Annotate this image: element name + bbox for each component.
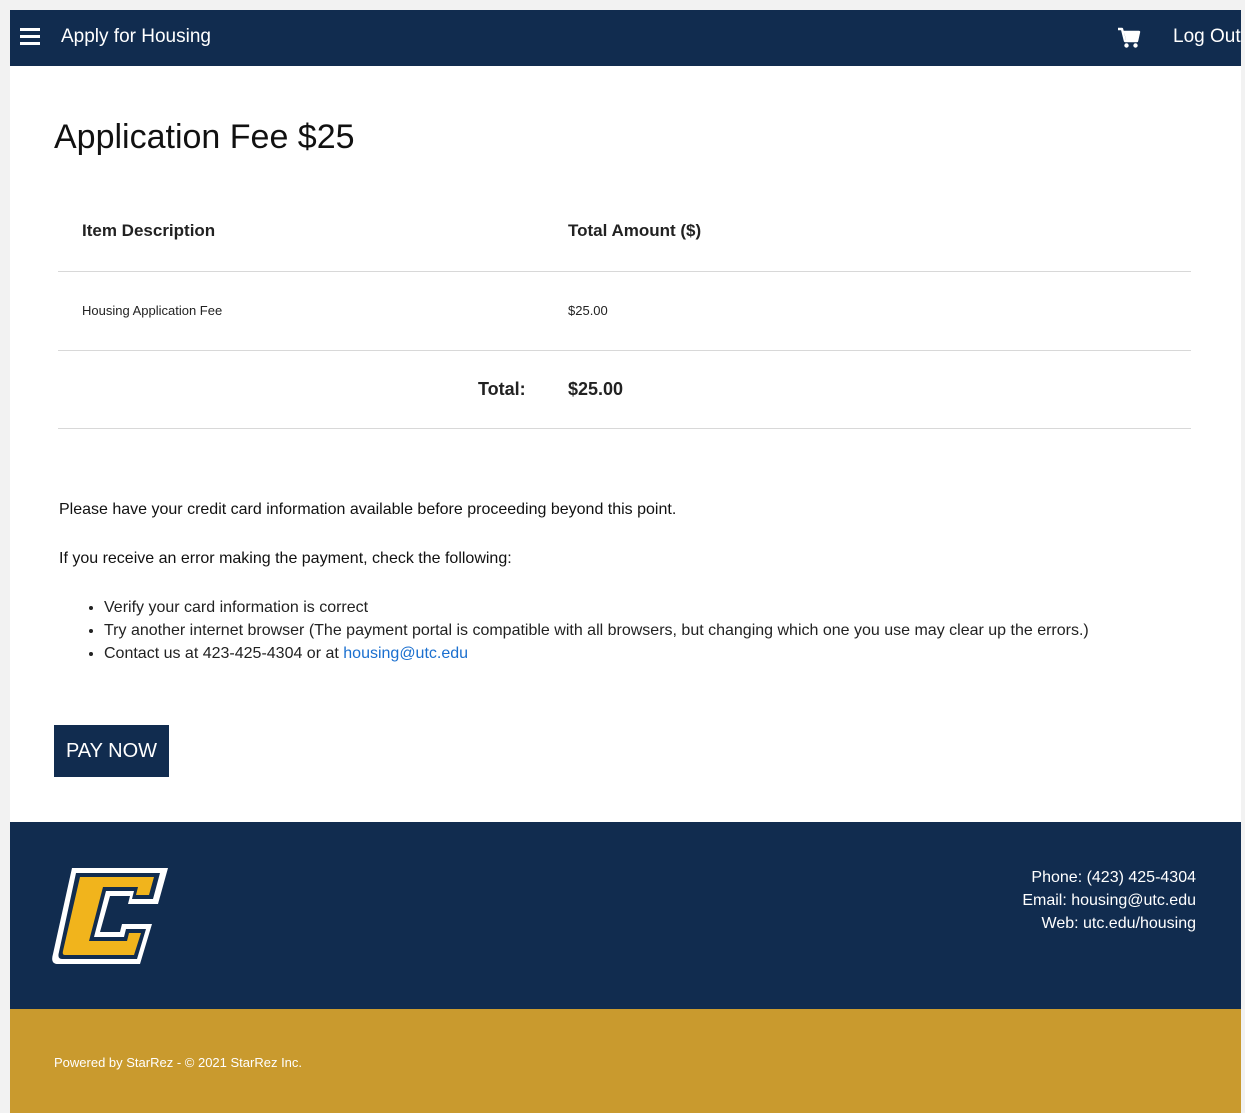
column-header-total-amount: Total Amount ($) bbox=[568, 221, 702, 240]
housing-email-link[interactable]: housing@utc.edu bbox=[343, 645, 468, 662]
troubleshooting-list: Verify your card information is correct … bbox=[59, 596, 1089, 665]
list-item: Verify your card information is correct bbox=[104, 596, 1089, 619]
hamburger-menu-icon[interactable] bbox=[20, 28, 40, 46]
pay-now-button[interactable]: PAY NOW bbox=[54, 725, 169, 777]
page-title: Application Fee $25 bbox=[54, 118, 355, 156]
credit-card-notice: Please have your credit card information… bbox=[59, 501, 677, 518]
list-item: Try another internet browser (The paymen… bbox=[104, 619, 1089, 642]
footer-email: Email: housing@utc.edu bbox=[1022, 892, 1196, 909]
top-navigation-bar: Apply for Housing Log Out bbox=[10, 10, 1241, 66]
list-item: Contact us at 423-425-4304 or at housing… bbox=[104, 642, 1089, 665]
page-frame: Apply for Housing Log Out Application Fe… bbox=[10, 10, 1241, 1113]
fee-table: Item Description Total Amount ($) Housin… bbox=[58, 193, 1191, 429]
item-amount-cell: $25.00 bbox=[568, 303, 608, 318]
table-header-row: Item Description Total Amount ($) bbox=[58, 193, 1191, 272]
item-description-cell: Housing Application Fee bbox=[82, 303, 223, 318]
powered-by-text: Powered by StarRez - © 2021 StarRez Inc. bbox=[54, 1055, 303, 1070]
footer: Phone: (423) 425-4304 Email: housing@utc… bbox=[10, 822, 1241, 1009]
shopping-cart-icon[interactable] bbox=[1117, 27, 1141, 49]
nav-title-link[interactable]: Apply for Housing bbox=[61, 26, 211, 48]
footer-web: Web: utc.edu/housing bbox=[1041, 915, 1196, 932]
footer-phone: Phone: (423) 425-4304 bbox=[1031, 869, 1196, 886]
utc-c-logo bbox=[52, 868, 168, 964]
error-intro-text: If you receive an error making the payme… bbox=[59, 550, 512, 567]
contact-text: Contact us at 423-425-4304 or at bbox=[104, 645, 344, 662]
log-out-link[interactable]: Log Out bbox=[1173, 26, 1241, 48]
footer-contact: Phone: (423) 425-4304 Email: housing@utc… bbox=[1022, 866, 1196, 935]
total-value: $25.00 bbox=[568, 379, 624, 399]
table-row: Housing Application Fee $25.00 bbox=[58, 272, 1191, 351]
total-label: Total: bbox=[478, 379, 526, 399]
bottom-bar: Powered by StarRez - © 2021 StarRez Inc. bbox=[10, 1009, 1241, 1113]
column-header-item-description: Item Description bbox=[82, 221, 216, 240]
table-total-row: Total: $25.00 bbox=[58, 351, 1191, 429]
